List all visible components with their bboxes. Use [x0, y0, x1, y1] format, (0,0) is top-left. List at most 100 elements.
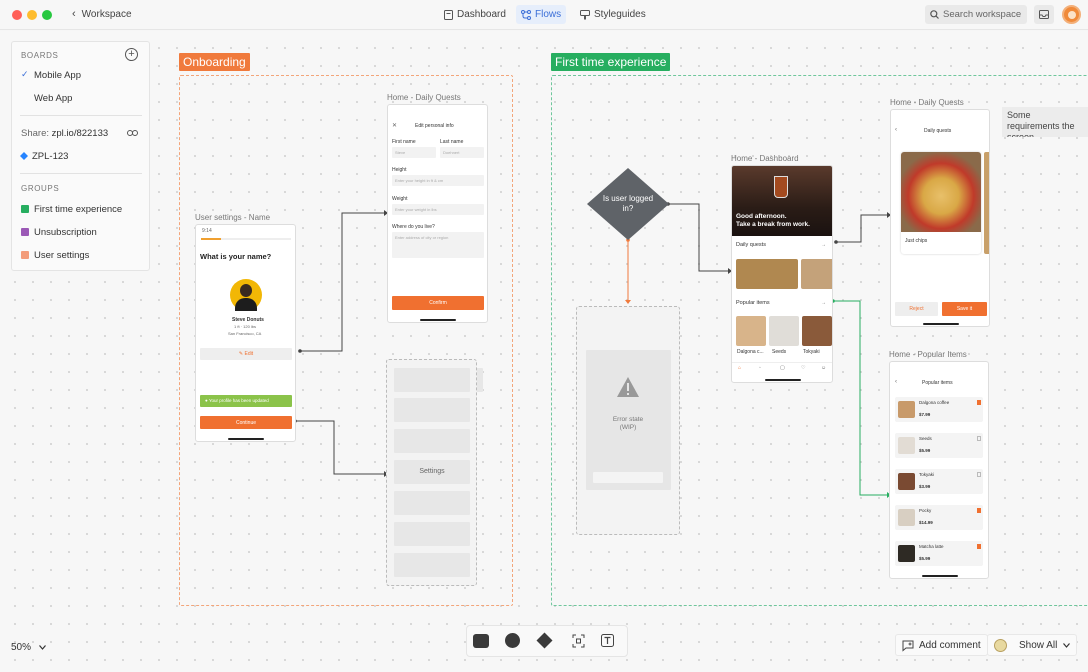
- tab-profile-icon[interactable]: ☺: [821, 365, 826, 371]
- tea-glass-icon: [774, 176, 788, 198]
- quest-card-image[interactable]: [736, 259, 798, 289]
- show-all-dropdown[interactable]: Show All: [987, 634, 1078, 656]
- arrow-right-icon[interactable]: →: [821, 300, 826, 306]
- height-field[interactable]: Enter your height in ft & cm: [392, 175, 484, 186]
- profile-photo: [230, 279, 262, 311]
- item-price: $7.99: [919, 412, 931, 417]
- add-comment-label: Add comment: [919, 639, 981, 651]
- screen-error-state[interactable]: Error state (WIP): [576, 306, 680, 535]
- screen-label-home-dashboard: Home - Dashboard: [731, 154, 799, 163]
- rectangle-tool[interactable]: [473, 634, 489, 648]
- error-state-label: Error state (WIP): [612, 416, 644, 431]
- note-text: Some requirements the screen.: [1007, 110, 1075, 137]
- person-location: San Francisco, CA: [228, 331, 262, 336]
- list-item[interactable]: Matcha latte $5.99: [895, 541, 983, 566]
- address-field[interactable]: Enter address of city or region: [392, 232, 484, 258]
- first-name-label: First name: [392, 139, 416, 145]
- connector-line: [833, 300, 887, 496]
- person-name: Steve Donuts: [232, 317, 264, 323]
- connector-line: [295, 420, 384, 475]
- daily-quests-title: Daily quests: [924, 128, 952, 134]
- last-name-value: Doehnert: [443, 150, 460, 155]
- list-item[interactable]: Seeds $5.99: [895, 433, 983, 458]
- item-name: Seeds: [919, 436, 932, 441]
- close-icon[interactable]: ✕: [392, 122, 397, 129]
- warning-icon: [617, 377, 639, 397]
- toast-text: Your profile has been updated: [208, 398, 269, 403]
- screen-daily-quests[interactable]: ‹ Daily quests Just chips Reject Save it: [890, 109, 990, 327]
- screen-label-home-daily-quests: Home - Daily Quests: [387, 93, 461, 102]
- tab-cart-icon[interactable]: ▢: [780, 365, 785, 371]
- bookmark-icon[interactable]: [977, 472, 981, 477]
- text-tool-icon[interactable]: [601, 634, 614, 647]
- placeholder-row: [394, 429, 470, 453]
- home-indicator: [923, 323, 959, 325]
- item-thumbnail: [898, 509, 915, 526]
- back-icon[interactable]: ‹: [895, 127, 897, 133]
- item-image[interactable]: [769, 316, 799, 346]
- arrow-right-icon[interactable]: →: [821, 242, 826, 248]
- list-item[interactable]: Dalgona coffee $7.99: [895, 397, 983, 422]
- chevron-down-icon: [1063, 642, 1071, 648]
- ellipse-tool[interactable]: [505, 633, 520, 648]
- continue-button[interactable]: Continue: [200, 416, 292, 429]
- tab-home-icon[interactable]: ⌂: [738, 365, 741, 371]
- progress-bar: [201, 238, 291, 240]
- chips-image: [901, 152, 981, 232]
- settings-wireframe-main[interactable]: Settings: [386, 359, 477, 586]
- item-name: Dalgona coffee: [919, 400, 950, 405]
- home-indicator: [765, 379, 801, 381]
- item-price: $5.99: [919, 556, 931, 561]
- screen-home-dashboard[interactable]: Good afternoon. Take a break from work. …: [731, 165, 833, 383]
- weight-label: Weight: [392, 196, 408, 202]
- first-name-field[interactable]: Steve: [392, 147, 436, 158]
- next-card-peek: [984, 152, 989, 254]
- quest-card-image[interactable]: [801, 259, 832, 289]
- connector-line: [836, 214, 887, 243]
- screen-popular-items[interactable]: ‹ Popular items Dalgona coffee $7.99 See…: [889, 361, 989, 579]
- item-image[interactable]: [736, 316, 766, 346]
- bookmark-icon[interactable]: [977, 508, 981, 513]
- bookmark-icon[interactable]: [977, 544, 981, 549]
- card-title: Just chips: [905, 238, 928, 244]
- save-it-button[interactable]: Save it: [942, 302, 987, 316]
- tab-activity-icon[interactable]: ♡: [801, 365, 805, 371]
- placeholder-row: [394, 553, 470, 577]
- height-placeholder: Enter your height in ft & cm: [395, 178, 444, 183]
- quest-card[interactable]: Just chips: [901, 152, 981, 254]
- address-placeholder: Enter address of city or region: [395, 235, 449, 240]
- home-indicator: [922, 575, 958, 577]
- confirm-button[interactable]: Confirm: [392, 296, 484, 310]
- item-name: Pocky: [919, 508, 932, 513]
- list-item[interactable]: Pocky $14.99: [895, 505, 983, 530]
- edit-button[interactable]: ✎ Edit: [200, 348, 292, 360]
- tab-search-icon[interactable]: ◦: [759, 365, 761, 371]
- home-indicator: [228, 438, 264, 440]
- last-name-field[interactable]: Doehnert: [440, 147, 484, 158]
- person-meta: 1 ft · 120 lbs: [234, 324, 257, 329]
- screen-edit-personal-info[interactable]: ✕ Edit personal info First name Last nam…: [387, 104, 488, 323]
- list-item[interactable]: Tokyaki $3.99: [895, 469, 983, 494]
- annotation-note[interactable]: Some requirements the screen.: [1002, 107, 1088, 137]
- weight-field[interactable]: Enter your weight in lbs: [392, 204, 484, 215]
- item-price: $14.99: [919, 520, 933, 525]
- frame-tool-icon[interactable]: [572, 634, 585, 648]
- zoom-dropdown[interactable]: 50%: [11, 642, 46, 653]
- diamond-tool[interactable]: [536, 632, 553, 649]
- first-name-value: Steve: [395, 150, 406, 155]
- back-icon[interactable]: ‹: [895, 379, 897, 385]
- bookmark-icon[interactable]: [977, 436, 981, 441]
- add-comment-button[interactable]: Add comment: [895, 634, 988, 656]
- item-price: $3.99: [919, 484, 931, 489]
- item-name: Tokyaki: [803, 349, 820, 355]
- item-thumbnail: [898, 545, 915, 562]
- connector-dot: [834, 240, 838, 244]
- bookmark-icon[interactable]: [977, 400, 981, 405]
- greeting-line2: Take a break from work.: [736, 221, 810, 228]
- reject-button[interactable]: Reject: [895, 302, 938, 316]
- screen-label-user-settings-name: User settings - Name: [195, 213, 271, 222]
- item-image[interactable]: [802, 316, 832, 346]
- greeting-line1: Good afternoon.: [736, 213, 787, 220]
- bottom-tab-bar: ⌂ ◦ ▢ ♡ ☺: [732, 362, 832, 374]
- screen-user-settings-name[interactable]: 9:14 What is your name? Steve Donuts 1 f…: [195, 224, 296, 442]
